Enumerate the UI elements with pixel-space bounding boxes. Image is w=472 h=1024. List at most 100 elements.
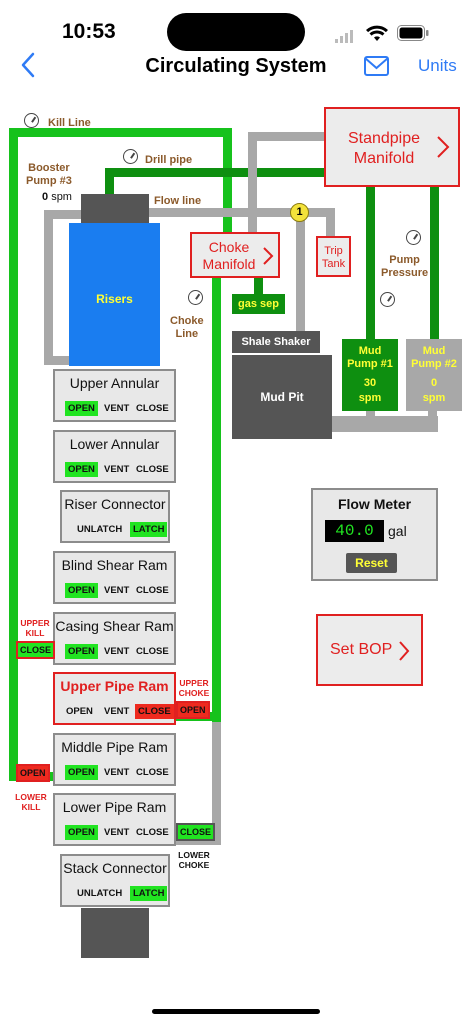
flow-line-label: Flow line xyxy=(154,195,202,207)
lower-pipe-ram-vent-button[interactable]: VENT xyxy=(101,825,132,840)
standpipe-manifold-label: Standpipe Manifold xyxy=(347,130,421,167)
chevron-right-icon xyxy=(398,640,410,667)
blind-shear-vent-button[interactable]: VENT xyxy=(101,583,132,598)
bop-casing-shear-ram-title: Casing Shear Ram xyxy=(55,618,174,634)
lower-kill-valve-button[interactable]: OPEN xyxy=(16,764,50,782)
pump-pressure-gauge-icon xyxy=(406,230,421,245)
set-bop-button[interactable]: Set BOP xyxy=(316,614,423,686)
standpipe-manifold-button[interactable]: Standpipe Manifold xyxy=(324,107,460,187)
upper-annular-open-button[interactable]: OPEN xyxy=(65,401,98,416)
booster-line-top xyxy=(44,210,84,219)
gas-sep-label: gas sep xyxy=(238,298,279,310)
choke-line-pipe xyxy=(212,278,221,722)
bop-blind-shear-ram-title: Blind Shear Ram xyxy=(61,557,168,573)
mud-pump-1-unit: spm xyxy=(358,392,382,404)
bop-middle-pipe-ram-title: Middle Pipe Ram xyxy=(61,739,168,755)
casing-shear-vent-button[interactable]: VENT xyxy=(101,644,132,659)
lower-annular-open-button[interactable]: OPEN xyxy=(65,462,98,477)
mud-pump-2-pipe xyxy=(430,168,439,343)
chevron-right-icon xyxy=(436,135,450,164)
stack-base xyxy=(81,908,149,958)
upper-kill-valve-button[interactable]: CLOSE xyxy=(16,641,56,659)
lower-kill-label: LOWER KILL xyxy=(15,792,47,812)
mud-pump-1-value: 30 xyxy=(363,377,377,389)
flow-line-down xyxy=(296,208,305,333)
stack-connector-unlatch-button[interactable]: UNLATCH xyxy=(74,886,125,901)
trip-tank-label: Trip Tank xyxy=(321,245,346,270)
pump-pressure-label: Pump Pressure xyxy=(381,254,429,279)
bop-lower-annular: Lower Annular OPEN VENT CLOSE xyxy=(53,430,176,483)
choke-line-label: Choke Line xyxy=(170,315,204,340)
lower-annular-close-button[interactable]: CLOSE xyxy=(133,462,172,477)
lower-pipe-ram-close-button[interactable]: CLOSE xyxy=(133,825,172,840)
stack-connector-latch-button[interactable]: LATCH xyxy=(130,886,168,901)
mud-pit: Mud Pit xyxy=(232,355,332,439)
booster-line-bottom xyxy=(44,356,70,365)
riser-connector-latch-button[interactable]: LATCH xyxy=(130,522,168,537)
trip-tank[interactable]: Trip Tank xyxy=(316,236,351,277)
set-bop-label: Set BOP xyxy=(330,641,393,658)
mud-pump-2-title: Mud Pump #2 xyxy=(411,345,457,370)
mud-pump-2-return xyxy=(428,410,437,430)
flow-meter-value: 40.0 xyxy=(335,522,374,540)
bop-lower-annular-title: Lower Annular xyxy=(69,436,160,452)
kill-line-pipe-top xyxy=(9,128,232,137)
bop-middle-pipe-ram: Middle Pipe Ram OPEN VENT CLOSE xyxy=(53,733,176,786)
mail-icon[interactable] xyxy=(364,56,389,81)
blind-shear-open-button[interactable]: OPEN xyxy=(65,583,98,598)
middle-pipe-ram-close-button[interactable]: CLOSE xyxy=(133,765,172,780)
gas-separator: gas sep xyxy=(232,294,285,314)
choke-manifold-button[interactable]: Choke Manifold xyxy=(190,232,280,278)
upper-pipe-ram-close-button[interactable]: CLOSE xyxy=(135,704,174,719)
mud-pump-1[interactable]: Mud Pump #1 30 spm xyxy=(342,339,398,411)
lower-choke-label: LOWER CHOKE xyxy=(178,850,210,870)
bop-riser-connector: Riser Connector UNLATCH LATCH xyxy=(60,490,170,543)
valve-1-icon[interactable]: 1 xyxy=(290,203,309,222)
mud-pump-2[interactable]: Mud Pump #2 0 spm xyxy=(406,339,462,411)
standpipe-return-down xyxy=(248,132,257,232)
upper-pipe-ram-vent-button[interactable]: VENT xyxy=(101,704,132,719)
bop-stack-connector-title: Stack Connector xyxy=(63,860,167,876)
kill-line-pipe-right xyxy=(223,128,232,233)
riser-connector-unlatch-button[interactable]: UNLATCH xyxy=(74,522,125,537)
flow-meter-reset-button[interactable]: Reset xyxy=(346,553,397,573)
units-button[interactable]: Units xyxy=(418,56,457,76)
booster-pump-label: Booster Pump #3 xyxy=(26,162,72,187)
casing-shear-open-button[interactable]: OPEN xyxy=(65,644,98,659)
dynamic-island xyxy=(167,13,305,51)
mud-pump-1-pipe xyxy=(366,186,375,341)
signal-icon xyxy=(335,30,357,48)
lower-annular-vent-button[interactable]: VENT xyxy=(101,462,132,477)
lower-pipe-ram-open-button[interactable]: OPEN xyxy=(65,825,98,840)
status-time: 10:53 xyxy=(62,20,116,43)
bop-upper-pipe-ram-title: Upper Pipe Ram xyxy=(60,678,169,694)
upper-annular-close-button[interactable]: CLOSE xyxy=(133,401,172,416)
mud-pump-1-title: Mud Pump #1 xyxy=(347,345,393,370)
mud-pump-2-unit: spm xyxy=(422,392,446,404)
booster-pump-value: 0 spm xyxy=(42,191,72,203)
middle-pipe-ram-vent-button[interactable]: VENT xyxy=(101,765,132,780)
upper-annular-vent-button[interactable]: VENT xyxy=(101,401,132,416)
flow-meter-title: Flow Meter xyxy=(337,496,412,512)
blind-shear-close-button[interactable]: CLOSE xyxy=(133,583,172,598)
mud-pump-gauge-icon xyxy=(380,292,395,307)
battery-icon xyxy=(397,25,429,46)
booster-unit: spm xyxy=(51,191,72,203)
standpipe-return xyxy=(248,132,328,141)
valve-1-number: 1 xyxy=(296,206,303,218)
upper-pipe-ram-open-button[interactable]: OPEN xyxy=(63,704,96,719)
mud-pump-2-value: 0 xyxy=(430,377,438,389)
middle-pipe-ram-open-button[interactable]: OPEN xyxy=(65,765,98,780)
chevron-right-icon xyxy=(262,246,274,271)
wifi-icon xyxy=(366,25,388,47)
page-title: Circulating System xyxy=(145,55,327,77)
booster-line xyxy=(44,210,53,365)
drill-pipe-down xyxy=(105,168,114,196)
casing-shear-close-button[interactable]: CLOSE xyxy=(133,644,172,659)
bop-riser-connector-title: Riser Connector xyxy=(64,496,166,512)
lower-choke-valve-button[interactable]: CLOSE xyxy=(176,823,216,841)
shale-shaker: Shale Shaker xyxy=(232,331,320,353)
shale-shaker-label: Shale Shaker xyxy=(241,336,311,348)
upper-kill-label: UPPER KILL xyxy=(20,618,50,638)
upper-choke-valve-button[interactable]: OPEN xyxy=(176,701,210,719)
